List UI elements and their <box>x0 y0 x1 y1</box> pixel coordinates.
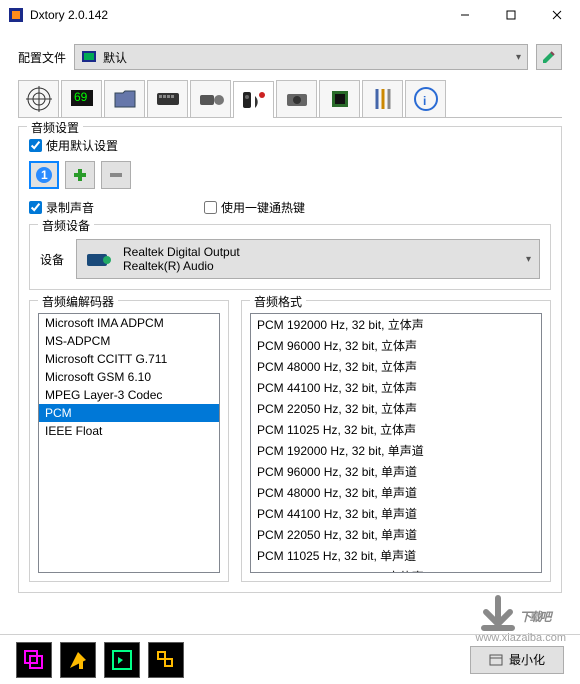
list-item[interactable]: IEEE Float <box>39 422 219 440</box>
list-item[interactable]: PCM 11025 Hz, 32 bit, 单声道 <box>251 545 541 566</box>
close-button[interactable] <box>534 0 580 30</box>
list-item[interactable]: PCM 192000 Hz, 32 bit, 立体声 <box>251 314 541 335</box>
codec-listbox[interactable]: Microsoft IMA ADPCMMS-ADPCMMicrosoft CCI… <box>38 313 220 573</box>
window-title: Dxtory 2.0.142 <box>30 8 442 22</box>
tab-processor[interactable] <box>319 80 360 117</box>
list-item[interactable]: PCM 192000 Hz, 24 bit, 立体声 <box>251 566 541 573</box>
list-item[interactable]: PCM 44100 Hz, 32 bit, 立体声 <box>251 377 541 398</box>
audio-device-legend: 音频设备 <box>38 217 94 234</box>
list-item[interactable]: Microsoft IMA ADPCM <box>39 314 219 332</box>
remove-stream-button[interactable] <box>101 161 131 189</box>
tab-overlay[interactable]: 69 <box>61 80 102 117</box>
format-group: 音频格式 PCM 192000 Hz, 32 bit, 立体声PCM 96000… <box>241 300 551 582</box>
bottombar: 最小化 <box>0 634 580 684</box>
format-listbox[interactable]: PCM 192000 Hz, 32 bit, 立体声PCM 96000 Hz, … <box>250 313 542 573</box>
chevron-down-icon: ▾ <box>516 52 521 63</box>
svg-text:1: 1 <box>41 168 48 182</box>
edit-profile-button[interactable] <box>536 44 562 70</box>
profile-label: 配置文件 <box>18 49 66 66</box>
use-default-checkbox[interactable]: 使用默认设置 <box>29 137 118 154</box>
tab-audio[interactable] <box>233 81 274 118</box>
chevron-down-icon: ▾ <box>526 254 531 265</box>
svg-text:69: 69 <box>74 90 88 104</box>
codec-legend: 音频编解码器 <box>38 293 118 310</box>
bottom-button-2[interactable] <box>60 642 96 678</box>
tab-advanced[interactable] <box>362 80 403 117</box>
audio-settings-legend: 音频设置 <box>27 119 83 136</box>
list-item[interactable]: PCM 96000 Hz, 32 bit, 立体声 <box>251 335 541 356</box>
list-item[interactable]: MS-ADPCM <box>39 332 219 350</box>
window-icon <box>489 654 503 666</box>
device-label: 设备 <box>40 251 64 268</box>
list-item[interactable]: PCM 22050 Hz, 32 bit, 立体声 <box>251 398 541 419</box>
list-item[interactable]: PCM 11025 Hz, 32 bit, 立体声 <box>251 419 541 440</box>
list-item[interactable]: Microsoft GSM 6.10 <box>39 368 219 386</box>
add-stream-button[interactable] <box>65 161 95 189</box>
titlebar: Dxtory 2.0.142 <box>0 0 580 30</box>
list-item[interactable]: PCM 44100 Hz, 32 bit, 单声道 <box>251 503 541 524</box>
tabstrip: 69 i <box>18 80 562 117</box>
format-legend: 音频格式 <box>250 293 306 310</box>
svg-text:i: i <box>423 94 426 108</box>
list-item[interactable]: PCM 48000 Hz, 32 bit, 立体声 <box>251 356 541 377</box>
list-item[interactable]: PCM 96000 Hz, 32 bit, 单声道 <box>251 461 541 482</box>
audio-settings-group: 音频设置 使用默认设置 1 录制声音 使用一键通热键 音频设备 设备 <box>18 126 562 593</box>
minimize-button[interactable] <box>442 0 488 30</box>
stream-1-button[interactable]: 1 <box>29 161 59 189</box>
tab-info[interactable]: i <box>405 80 446 117</box>
codec-group: 音频编解码器 Microsoft IMA ADPCMMS-ADPCMMicros… <box>29 300 229 582</box>
device-select[interactable]: Realtek Digital Output Realtek(R) Audio … <box>76 239 540 279</box>
tab-folder[interactable] <box>104 80 145 117</box>
minimize-panel-button[interactable]: 最小化 <box>470 646 564 674</box>
tab-target[interactable] <box>18 80 59 117</box>
device-line1: Realtek Digital Output <box>123 245 240 259</box>
bottom-button-3[interactable] <box>104 642 140 678</box>
tab-screenshot[interactable] <box>276 80 317 117</box>
record-sound-checkbox[interactable]: 录制声音 <box>29 199 94 216</box>
use-ptt-checkbox[interactable]: 使用一键通热键 <box>204 199 305 216</box>
tab-video[interactable] <box>190 80 231 117</box>
maximize-button[interactable] <box>488 0 534 30</box>
app-icon <box>8 7 24 23</box>
profile-select[interactable]: 默认 ▾ <box>74 44 528 70</box>
profile-selected: 默认 <box>103 49 127 66</box>
bottom-button-1[interactable] <box>16 642 52 678</box>
list-item[interactable]: PCM 22050 Hz, 32 bit, 单声道 <box>251 524 541 545</box>
tab-hotkey[interactable] <box>147 80 188 117</box>
list-item[interactable]: Microsoft CCITT G.711 <box>39 350 219 368</box>
list-item[interactable]: MPEG Layer-3 Codec <box>39 386 219 404</box>
list-item[interactable]: PCM <box>39 404 219 422</box>
audio-device-group: 音频设备 设备 Realtek Digital Output Realtek(R… <box>29 224 551 290</box>
bottom-button-4[interactable] <box>148 642 184 678</box>
list-item[interactable]: PCM 48000 Hz, 32 bit, 单声道 <box>251 482 541 503</box>
device-line2: Realtek(R) Audio <box>123 259 240 273</box>
minimize-panel-label: 最小化 <box>509 651 545 668</box>
list-item[interactable]: PCM 192000 Hz, 32 bit, 单声道 <box>251 440 541 461</box>
